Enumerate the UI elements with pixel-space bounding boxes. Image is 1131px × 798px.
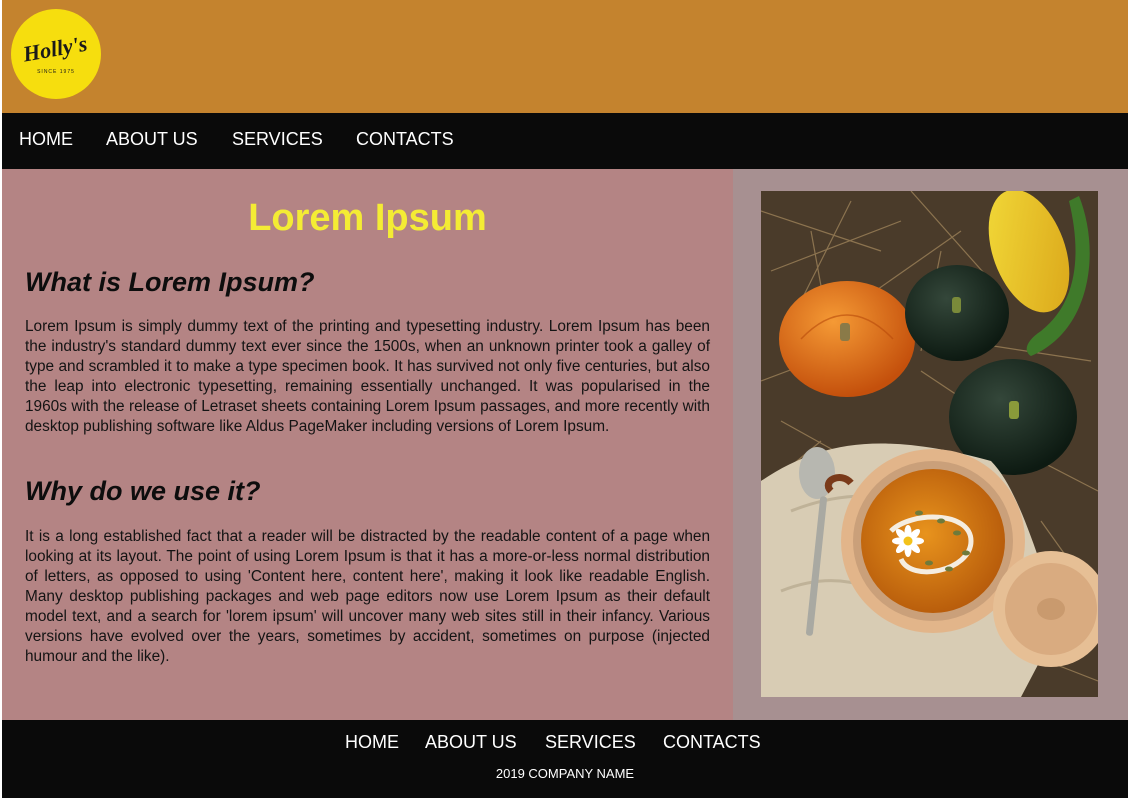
- logo-mark: Holly's SINCE 1975: [20, 31, 89, 75]
- section-text-what: Lorem Ipsum is simply dummy text of the …: [25, 318, 710, 435]
- nav-services[interactable]: SERVICES: [232, 129, 323, 149]
- main-nav: HOME ABOUT US SERVICES CONTACTS: [2, 113, 1128, 169]
- site-header: Holly's SINCE 1975: [2, 0, 1128, 113]
- page: Holly's SINCE 1975 HOME ABOUT US SERVICE…: [2, 0, 1128, 798]
- page-title: Lorem Ipsum: [248, 197, 487, 239]
- footer-nav-services[interactable]: SERVICES: [545, 732, 636, 752]
- nav-about-us[interactable]: ABOUT US: [106, 129, 198, 149]
- section-text-why: It is a long established fact that a rea…: [25, 528, 710, 665]
- footer-nav-home[interactable]: HOME: [345, 732, 399, 752]
- section-heading-why: Why do we use it?: [25, 476, 261, 506]
- site-footer: HOME ABOUT US SERVICES CONTACTS 2019 COM…: [2, 720, 1128, 798]
- footer-nav-contacts[interactable]: CONTACTS: [663, 732, 761, 752]
- section-heading-what: What is Lorem Ipsum?: [25, 267, 315, 297]
- svg-text:Holly's: Holly's: [20, 31, 89, 67]
- nav-home[interactable]: HOME: [19, 129, 73, 149]
- footer-nav-about-us[interactable]: ABOUT US: [425, 732, 517, 752]
- svg-text:SINCE 1975: SINCE 1975: [37, 69, 75, 75]
- copyright-text: 2019 COMPANY NAME: [495, 766, 635, 781]
- nav-contacts[interactable]: CONTACTS: [356, 129, 454, 149]
- pumpkin-soup-photo: [761, 191, 1098, 697]
- hollys-logo[interactable]: Holly's SINCE 1975: [11, 9, 101, 99]
